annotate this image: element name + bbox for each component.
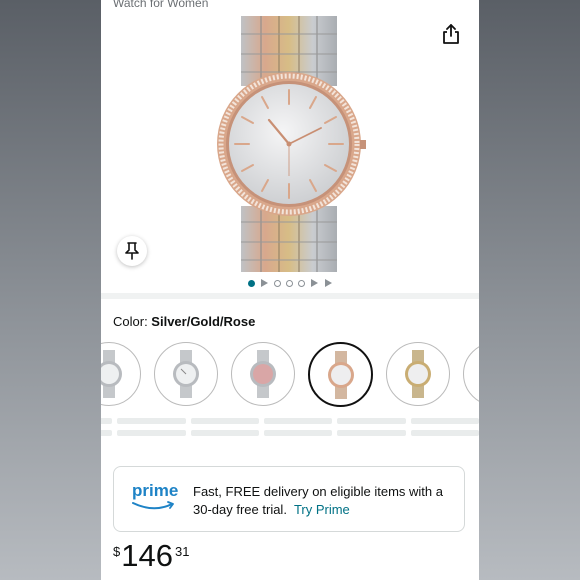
- gallery-indicators: [101, 277, 479, 289]
- swatch-rose-gold[interactable]: [463, 342, 479, 406]
- watch-thumbnail: [173, 350, 199, 398]
- placeholder-bar: [101, 430, 113, 436]
- placeholder-bar: [117, 418, 186, 424]
- gallery-dot[interactable]: [297, 279, 305, 287]
- placeholder-bar: [264, 418, 333, 424]
- swatch-silver[interactable]: [154, 342, 218, 406]
- placeholder-bar: [101, 418, 113, 424]
- watch-thumbnail: [405, 350, 431, 398]
- watch-thumbnail: [475, 350, 479, 398]
- color-swatch-list: [101, 342, 479, 408]
- placeholder-bar: [337, 430, 406, 436]
- color-value: Silver/Gold/Rose: [151, 314, 256, 329]
- placeholder-bar: [117, 430, 186, 436]
- video-indicator-icon[interactable]: [260, 279, 268, 287]
- pin-button[interactable]: [117, 236, 147, 266]
- placeholder-bar: [264, 430, 333, 436]
- swatch-pink-dial[interactable]: [231, 342, 295, 406]
- pin-icon: [125, 242, 139, 260]
- video-indicator-icon[interactable]: [324, 279, 332, 287]
- prime-logo: prime: [132, 481, 179, 500]
- share-button[interactable]: [437, 20, 465, 48]
- price: $ 146 31: [113, 536, 189, 576]
- section-divider: [101, 293, 479, 299]
- swatch-partial[interactable]: [101, 342, 141, 406]
- product-page: Watch for Women Color: Silver/Gold/Rose …: [101, 0, 479, 580]
- prime-message: Fast, FREE delivery on eligible items wi…: [193, 483, 455, 519]
- gallery-dot[interactable]: [285, 279, 293, 287]
- share-icon: [443, 24, 459, 44]
- gallery-dot[interactable]: [273, 279, 281, 287]
- watch-thumbnail: [327, 350, 354, 399]
- product-image-gallery[interactable]: [101, 14, 479, 272]
- price-fraction: 31: [174, 544, 190, 559]
- swatch-two-tone[interactable]: [386, 342, 450, 406]
- prime-smile-icon: [132, 501, 174, 510]
- placeholder-bar: [410, 430, 479, 436]
- watch-thumbnail: [250, 350, 276, 398]
- video-indicator-icon[interactable]: [310, 279, 318, 287]
- prime-promo-card[interactable]: prime Fast, FREE delivery on eligible it…: [113, 466, 465, 532]
- try-prime-link[interactable]: Try Prime: [294, 502, 350, 517]
- placeholder-bar: [190, 418, 260, 424]
- color-label: Color:: [113, 314, 152, 329]
- watch-image: [217, 16, 366, 272]
- placeholder-bar: [337, 418, 406, 424]
- swatch-silver-gold-rose[interactable]: [308, 342, 373, 407]
- gallery-dot-active[interactable]: [247, 279, 255, 287]
- product-title: Watch for Women: [113, 0, 209, 10]
- swatch-price-placeholders: [101, 418, 479, 442]
- placeholder-bar: [410, 418, 479, 424]
- placeholder-bar: [190, 430, 260, 436]
- price-whole: 146: [121, 538, 173, 573]
- watch-thumbnail: [101, 350, 122, 398]
- price-currency: $: [113, 544, 121, 559]
- color-selection: Color: Silver/Gold/Rose: [113, 314, 255, 329]
